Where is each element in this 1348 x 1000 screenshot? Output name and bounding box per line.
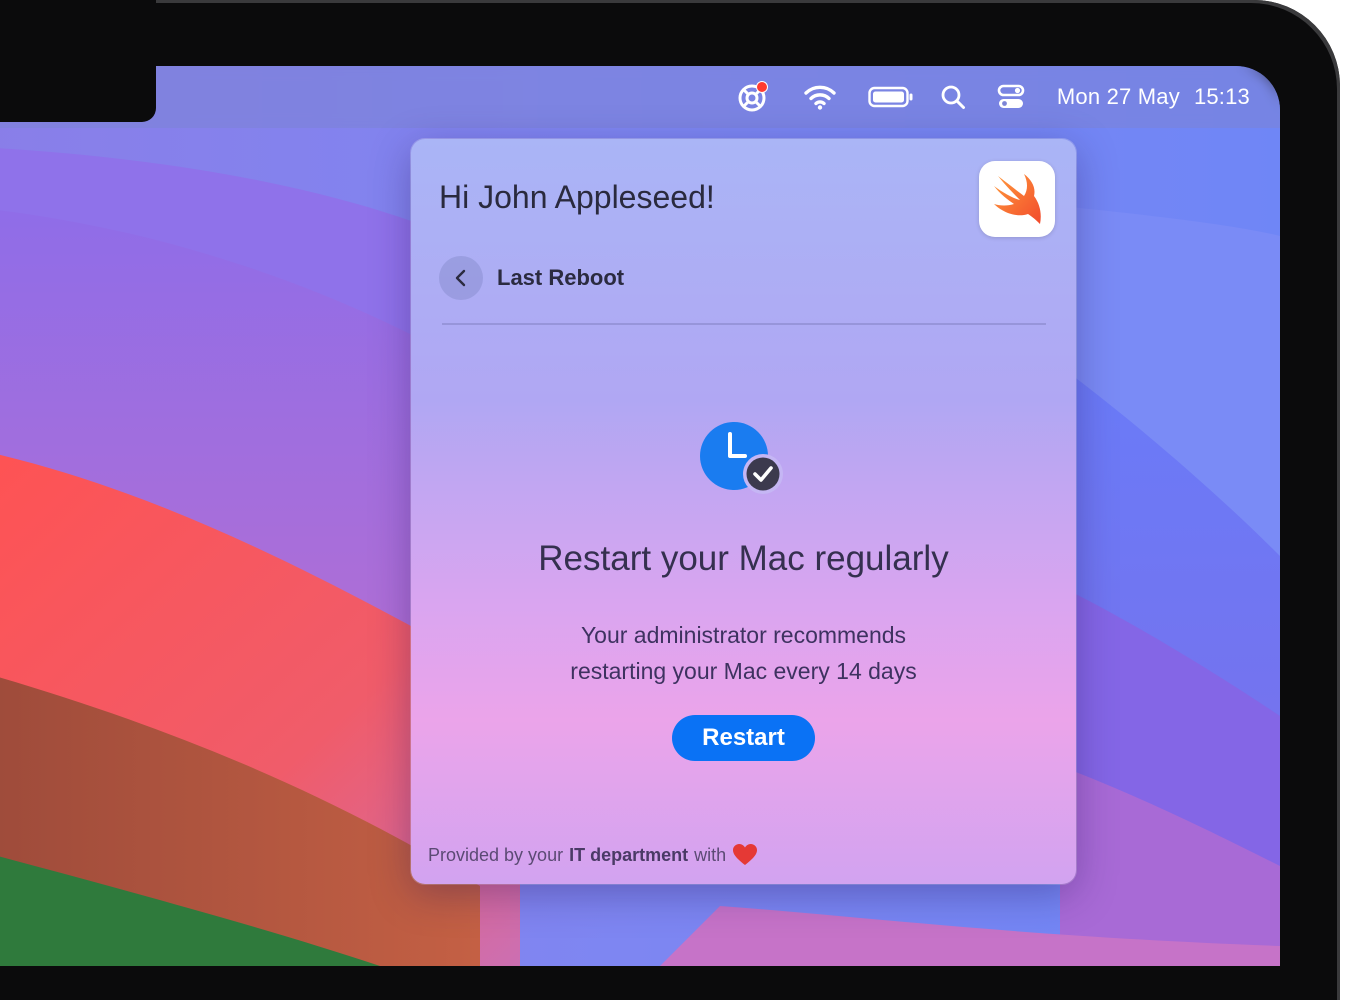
wifi-icon[interactable] [795,77,845,117]
menu-bar: Mon 27 May 15:13 [0,66,1280,128]
chevron-left-icon [455,269,466,287]
menu-bar-clock[interactable]: Mon 27 May 15:13 [1057,84,1250,110]
description: Your administrator recommends restarting… [411,617,1076,689]
section-title: Last Reboot [497,265,625,290]
divider [442,323,1046,325]
description-line-2: restarting your Mac every 14 days [570,658,917,684]
greeting-title: Hi John Appleseed! [439,179,715,215]
section-header: Last Reboot [439,256,624,300]
menu-bar-date: Mon 27 May [1056,84,1180,109]
back-button[interactable] [439,256,483,300]
battery-icon[interactable] [865,77,917,117]
headline: Restart your Mac regularly [538,539,949,578]
swift-icon [979,161,1055,237]
menu-bar-status-items: Mon 27 May 15:13 [731,66,1250,128]
footer: Provided by your IT department with [428,843,758,867]
menu-bar-time: 15:13 [1193,84,1250,109]
search-icon[interactable] [933,77,973,117]
footer-bold: IT department [569,844,689,865]
description-line-1: Your administrator recommends [580,622,907,648]
restart-button[interactable]: Restart [672,715,815,761]
self-service-popover: Hi John Appleseed! Last Reboot Restart y… [411,139,1076,884]
control-center-icon[interactable] [991,77,1031,117]
heart-icon [733,844,758,865]
camera-notch [0,0,156,122]
footer-suffix: with [694,844,727,865]
clock-checkmark-icon [697,420,787,496]
lifebuoy-icon[interactable] [731,77,775,117]
footer-prefix: Provided by your [428,844,564,865]
